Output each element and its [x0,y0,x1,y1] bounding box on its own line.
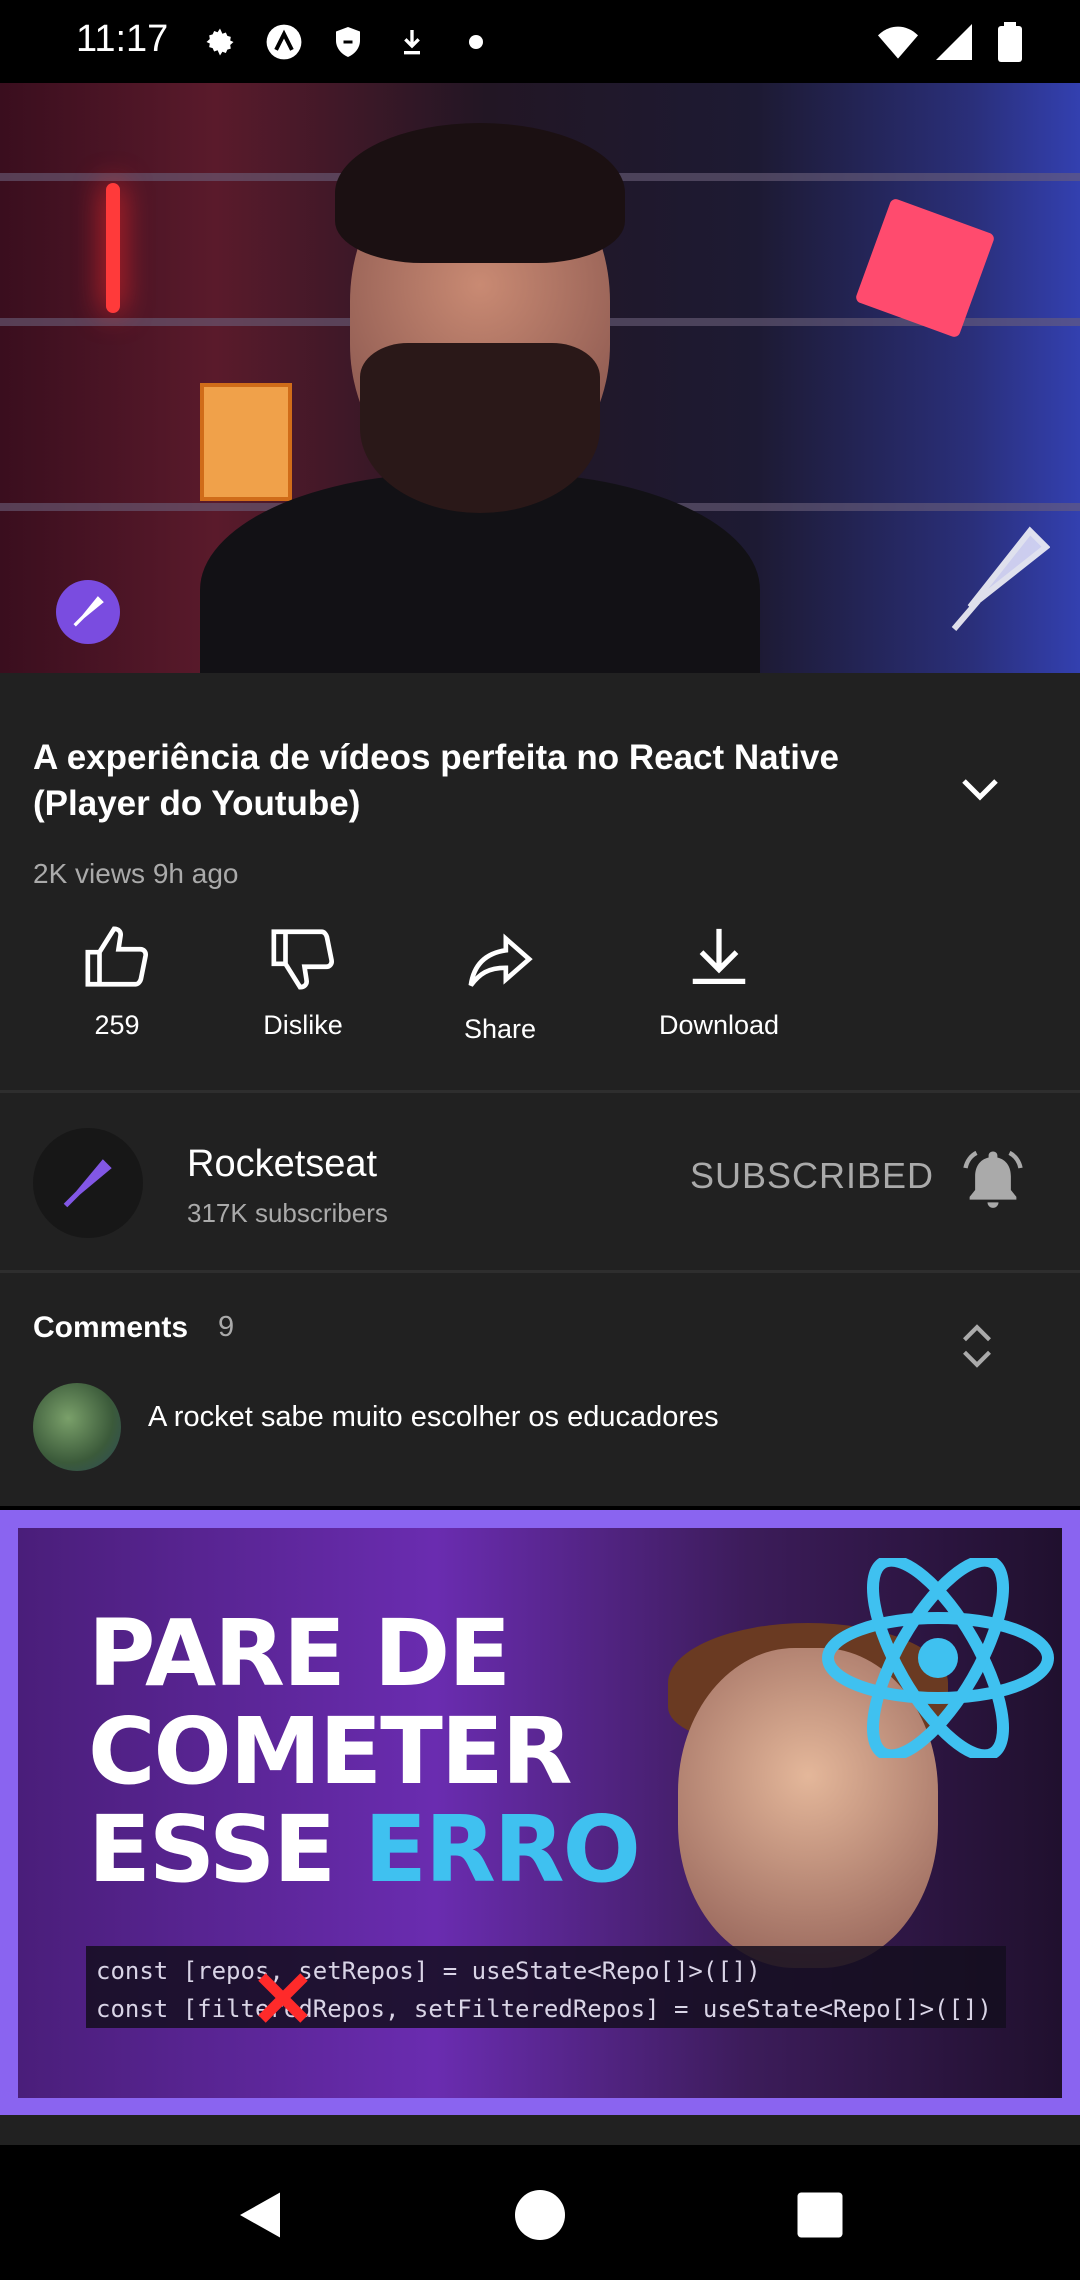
app-a-icon [264,22,304,62]
status-icons-right [878,22,1030,62]
code-line-2: const [filteredRepos, setFilteredRepos] … [96,1995,992,2023]
video-meta: 2K views 9h ago [33,858,239,889]
download-button[interactable]: Download [619,923,819,1041]
chevron-down-icon[interactable] [956,765,1004,813]
video-title[interactable]: A experiência de vídeos perfeita no Reac… [33,735,913,827]
action-row: 259 Dislike Share Download [0,923,1080,1063]
dislike-label: Dislike [263,1010,343,1040]
thumb-title-accent: ERRO [364,1796,641,1903]
share-icon [468,933,533,987]
status-bar: 11:17 [0,0,1080,83]
wifi-icon [878,22,918,62]
download-arrow-icon [392,22,432,62]
bell-icon[interactable] [960,1146,1026,1212]
channel-avatar[interactable] [33,1128,143,1238]
thumb-title-line-3: ESSE ERRO [88,1804,641,1896]
back-icon[interactable] [230,2185,290,2245]
thumb-title-line-1: PARE DE [88,1600,511,1707]
share-button[interactable]: Share [400,923,600,1045]
code-line-1: const [repos, setRepos] = useState<Repo[… [96,1957,761,1985]
status-icons-left [200,22,496,62]
rocket-watermark-icon [951,526,1050,631]
presenter-hair [335,123,625,263]
thumbs-down-icon [271,929,334,990]
thumbs-up-icon [85,926,148,987]
shield-icon [328,22,368,62]
settings-icon [200,22,240,62]
comments-title: Comments [33,1311,189,1344]
channel-logo-badge [56,580,120,644]
share-label: Share [463,1014,537,1044]
video-details: A experiência de vídeos perfeita no Reac… [0,673,1080,1090]
next-video-thumbnail[interactable]: PARE DE COMETER ESSE ERRO const [repos, … [0,1510,1080,2115]
rocket-icon [73,596,104,627]
subscribed-button[interactable]: SUBSCRIBED [690,1155,934,1197]
react-logo-icon [822,1558,1054,1758]
video-player[interactable] [0,83,1080,673]
thumbnail-image: PARE DE COMETER ESSE ERRO const [repos, … [18,1528,1062,2098]
neon-light [106,183,120,313]
status-time: 11:17 [76,18,169,60]
download-icon [692,928,746,984]
recents-icon[interactable] [790,2185,850,2245]
battery-icon [990,22,1030,62]
red-x-icon [258,1973,308,2023]
channel-subscribers: 317K subscribers [187,1198,388,1228]
signal-icon [934,22,974,62]
dislike-button[interactable]: Dislike [203,923,403,1041]
download-label: Download [658,1010,780,1040]
comments-section[interactable]: Comments 9 A rocket sabe muito escolher … [0,1273,1080,1506]
comment-avatar[interactable] [33,1383,121,1471]
system-nav-bar [0,2145,1080,2280]
channel-row: Rocketseat 317K subscribers SUBSCRIBED [0,1093,1080,1270]
home-icon[interactable] [510,2185,570,2245]
channel-name[interactable]: Rocketseat [187,1143,377,1186]
comment-text: A rocket sabe muito escolher os educador… [148,1401,719,1433]
poster-decoration [200,383,292,501]
rocket-icon [63,1159,112,1208]
like-button[interactable]: 259 [17,923,217,1041]
thumb-title-plain: ESSE [88,1796,365,1903]
code-snippet: const [repos, setRepos] = useState<Repo[… [86,1946,1006,2028]
dot-icon [456,22,496,62]
like-count: 259 [94,1010,140,1040]
expand-icon[interactable] [958,1321,996,1371]
thumb-title-line-2: COMETER [88,1698,573,1805]
presenter-beard [360,343,600,513]
list-spacer [0,2115,1080,2145]
comments-count: 9 [218,1311,235,1343]
